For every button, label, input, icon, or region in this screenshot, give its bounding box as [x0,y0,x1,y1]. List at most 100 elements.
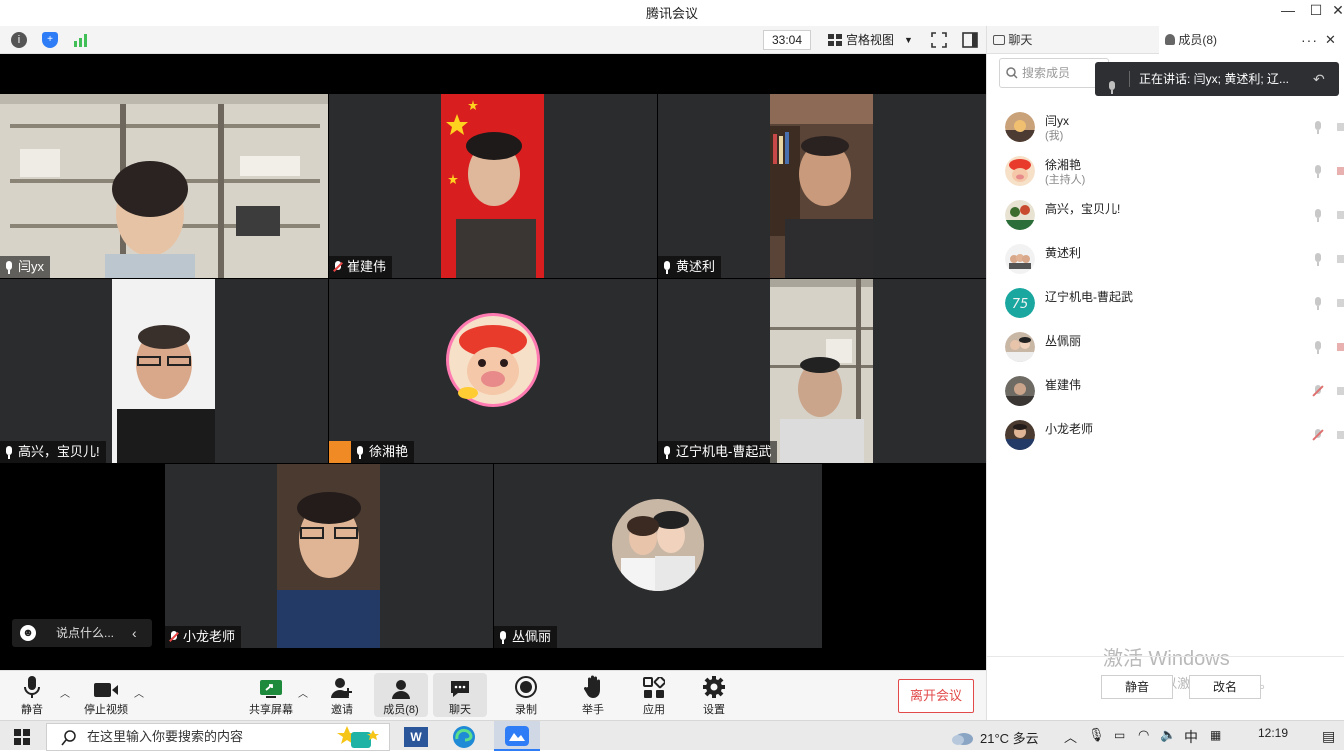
signal-icon[interactable] [73,33,89,47]
maximize-icon[interactable]: ☐ [1306,2,1326,19]
notification-icon[interactable]: ▤ [1322,728,1335,745]
microphone-muted-icon [333,260,343,274]
video-tile[interactable]: 黄述利 [658,94,986,278]
raise-hand-label: 举手 [582,704,604,716]
taskbar-search-input[interactable]: 在这里输入你要搜索的内容 [46,723,390,751]
participant-nametag: 徐湘艳 [329,441,415,463]
chevron-up-icon[interactable]: ︿ [1064,727,1077,746]
ime-indicator[interactable]: 中 [1184,727,1198,747]
leave-meeting-button[interactable]: 离开会议 [898,679,974,713]
member-row[interactable]: 徐湘艳 (主持人) [1003,150,1344,190]
minimize-icon[interactable]: — [1278,2,1298,18]
chevron-up-icon[interactable]: ︿ [298,685,308,700]
participant-name: 崔建伟 [347,259,387,274]
weather-text[interactable]: 21°C 多云 [980,728,1039,747]
wifi-icon[interactable]: ◠ [1138,727,1149,743]
member-row[interactable]: 高兴，宝贝儿! [1003,194,1344,234]
record-button[interactable]: 录制 [506,671,546,721]
clock-time[interactable]: 12:19 [1258,726,1288,740]
camera-icon[interactable] [1337,123,1344,131]
video-tile[interactable]: 高兴，宝贝儿! [0,279,328,463]
microphone-icon[interactable] [1313,341,1323,354]
video-tile[interactable]: 闫yx [0,94,328,278]
chevron-up-icon[interactable]: ︿ [60,685,70,700]
members-panel: 聊天 成员(8) ··· ✕ 搜索成员 正在讲话: 闫yx; 黄述利; 辽...… [986,26,1344,720]
member-row[interactable]: 小龙老师 [1003,414,1344,454]
video-tile[interactable]: 徐湘艳 [329,279,657,463]
member-name: 崔建伟 [1045,378,1082,392]
chat-button[interactable]: 聊天 [433,673,487,717]
member-row[interactable]: 75 辽宁机电-曹起武 [1003,282,1344,322]
camera-off-icon[interactable] [1337,167,1344,175]
member-row[interactable]: 闫yx (我) [1003,106,1344,146]
tab-members[interactable]: 成员(8) ··· ✕ [1159,26,1344,54]
chevron-up-icon[interactable]: ︿ [134,685,144,700]
tencent-meeting-taskbar-item[interactable] [494,721,540,751]
emoji-icon[interactable]: ☻ [20,625,36,641]
more-icon[interactable]: ··· [1301,26,1318,54]
info-icon[interactable]: i [11,32,27,48]
windows-taskbar: 在这里输入你要搜索的内容 W 21°C 多云 ︿ 🎙 ▭ ◠ 🔈 中 ▦ 12:… [0,720,1344,751]
word-app-icon[interactable]: W [404,727,428,747]
invite-label: 邀请 [331,704,353,716]
tencent-meeting-icon [505,726,529,746]
view-mode-dropdown[interactable]: 宫格视图 ▼ [822,29,918,51]
edge-browser-icon[interactable] [452,725,476,749]
microphone-muted-icon[interactable] [1313,429,1323,442]
camera-icon[interactable] [1337,299,1344,307]
close-icon[interactable]: ✕ [1325,26,1336,54]
share-screen-icon [260,680,282,698]
invite-button[interactable]: 邀请 [322,671,362,721]
fullscreen-icon[interactable] [931,32,947,48]
camera-icon[interactable] [1337,211,1344,219]
microphone-icon [4,445,14,459]
participant-video [770,279,873,463]
participant-nametag: 高兴，宝贝儿! [0,441,106,463]
chat-bubble-icon [451,681,469,697]
camera-icon[interactable] [1337,431,1344,439]
camera-icon[interactable] [1337,387,1344,395]
member-row[interactable]: 黄述利 [1003,238,1344,278]
mute-all-button[interactable]: 静音 [1101,675,1173,699]
close-icon[interactable]: ✕ [1332,2,1344,19]
participant-avatar [446,313,540,407]
windows-start-icon[interactable] [14,729,30,745]
video-tile[interactable]: 丛佩丽 [494,464,822,648]
rename-button[interactable]: 改名 [1189,675,1261,699]
member-row[interactable]: 丛佩丽 [1003,326,1344,366]
stop-video-button[interactable]: 停止视频 [80,671,132,721]
microphone-icon[interactable]: 🎙 [1088,727,1105,743]
tab-chat[interactable]: 聊天 [993,26,1163,54]
speaking-indicator: 正在讲话: 闫yx; 黄述利; 辽... ↶ [1095,62,1339,96]
shield-icon[interactable]: + [42,32,58,48]
members-button[interactable]: 成员(8) [374,673,428,717]
participant-nametag: 闫yx [0,256,51,278]
share-screen-button[interactable]: 共享屏幕 [246,671,296,721]
participant-name: 高兴，宝贝儿! [18,444,100,459]
settings-button[interactable]: 设置 [694,671,734,721]
chevron-left-icon[interactable]: ‹ [132,619,137,647]
raise-hand-button[interactable]: 举手 [573,671,613,721]
microphone-icon[interactable] [1313,253,1323,266]
microphone-muted-icon[interactable] [1313,385,1323,398]
mute-button[interactable]: 静音 [12,671,52,721]
keyboard-icon[interactable]: ▦ [1210,728,1221,742]
video-tile[interactable]: 辽宁机电-曹起武 [658,279,986,463]
volume-icon[interactable]: 🔈 [1160,727,1176,743]
sidebar-toggle-icon[interactable] [962,32,978,48]
member-row[interactable]: 崔建伟 [1003,370,1344,410]
microphone-icon[interactable] [1313,209,1323,222]
video-tile[interactable]: 小龙老师 [165,464,493,648]
reply-icon[interactable]: ↶ [1313,62,1325,96]
microphone-icon[interactable] [1313,297,1323,310]
microphone-icon [1107,73,1117,107]
camera-icon[interactable] [1337,255,1344,263]
quick-chat-bar[interactable]: ☻ 说点什么... ‹ [12,619,152,647]
apps-button[interactable]: 应用 [634,671,674,721]
network-icon[interactable]: ▭ [1114,728,1125,742]
microphone-icon[interactable] [1313,165,1323,178]
video-tile[interactable]: 崔建伟 [329,94,657,278]
microphone-icon[interactable] [1313,121,1323,134]
member-search-input[interactable]: 搜索成员 [999,58,1109,88]
camera-off-icon[interactable] [1337,343,1344,351]
